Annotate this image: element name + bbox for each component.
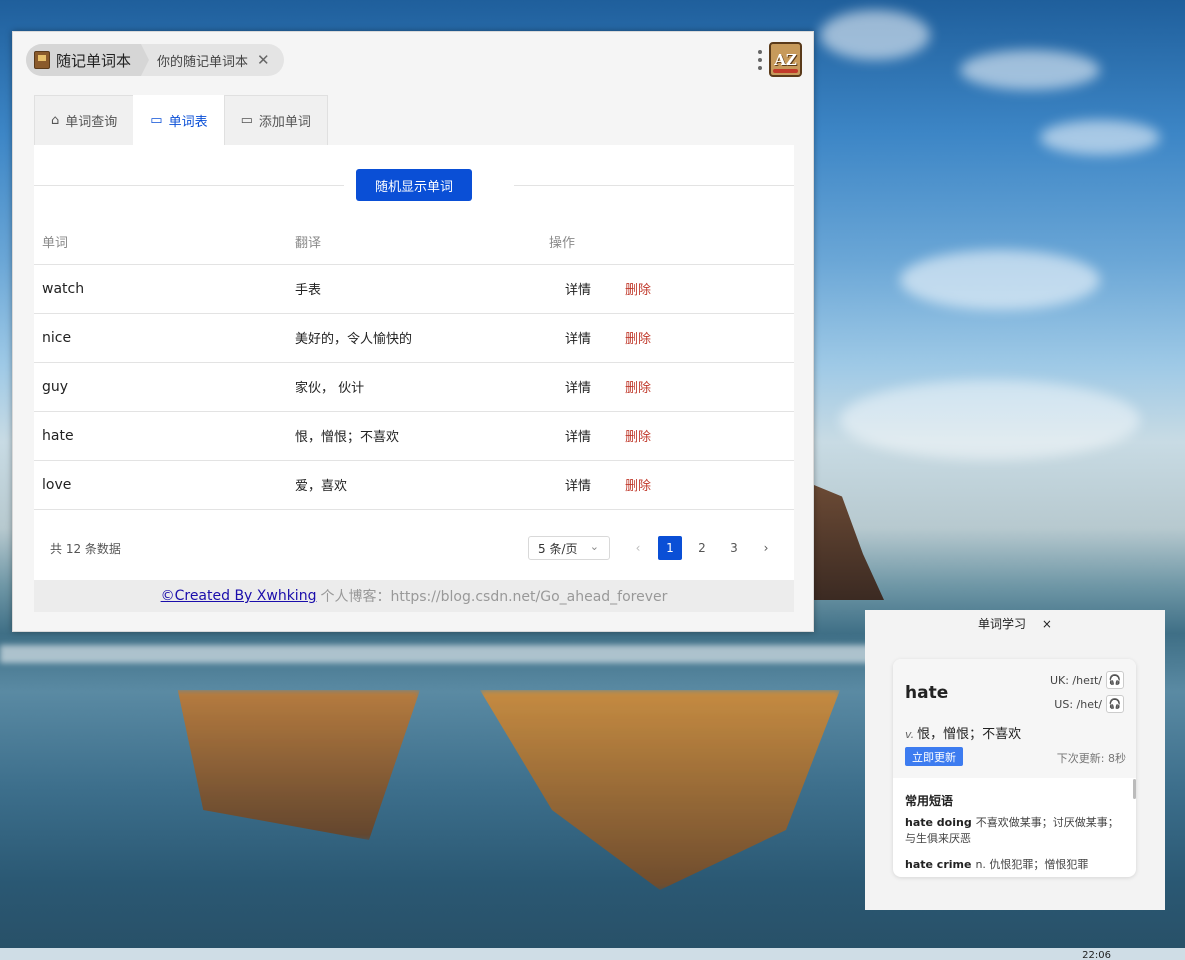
word-table: 单词 翻译 操作 watch 手表 详情 删除 nice 美好的，令人愉快的 详情… [34,220,794,510]
definition: v. 恨，憎恨；不喜欢 [905,723,1021,742]
translation-cell: 手表 [287,264,541,314]
column-header-word: 单词 [34,220,287,265]
delete-button[interactable]: 删除 [625,332,651,347]
home-icon: ⌂ [51,113,60,128]
delete-button[interactable]: 删除 [625,283,651,298]
scrollbar[interactable] [1133,779,1136,799]
word-cell: love [34,460,287,510]
close-icon[interactable]: × [1042,617,1052,631]
detail-button[interactable]: 详情 [565,426,625,445]
actions-cell: 详情 删除 [541,460,794,510]
translation-cell: 家伙， 伙计 [287,362,541,412]
calendar-icon: ▭ [240,113,253,128]
phrases-title: 常用短语 [905,794,954,808]
uk-phonetic: UK: /heɪt/ 🎧 [1050,671,1124,689]
actions-cell: 详情 删除 [541,313,794,363]
pagination: 共 12 条数据 5 条/页 ⌄ ‹ 1 2 3 › [34,525,794,571]
widget-title: 单词学习 [978,617,1027,631]
app-title-chip: 随记单词本 [26,44,150,76]
part-of-speech: v. [905,728,915,741]
page-button-2[interactable]: 2 [690,536,714,560]
app-title: 随记单词本 [56,51,132,70]
detail-button[interactable]: 详情 [565,279,625,298]
close-icon[interactable]: ✕ [257,51,270,69]
translation-cell: 美好的，令人愉快的 [287,313,541,363]
headphones-icon[interactable]: 🎧 [1106,695,1124,713]
phrase-item: hate crime n. 仇恨犯罪；憎恨犯罪 [905,857,1127,873]
page-size-value: 5 条/页 [538,541,578,556]
actions-cell: 详情 删除 [541,411,794,461]
taskbar-clock: 22:06 [1082,950,1111,960]
table-row: hate 恨，憎恨；不喜欢 详情 删除 [34,411,794,461]
next-page-button[interactable]: › [754,536,778,560]
table-row: nice 美好的，令人愉快的 详情 删除 [34,313,794,363]
total-count: 共 12 条数据 [50,542,121,556]
divider [514,185,794,186]
page-size-select[interactable]: 5 条/页 ⌄ [528,536,610,560]
column-header-translation: 翻译 [287,220,541,265]
phrase-item: hate doing 不喜欢做某事；讨厌做某事；与生俱来厌恶 [905,815,1127,847]
phrase: hate doing [905,816,972,829]
footer: ©Created By Xwhking 个人博客：https://blog.cs… [34,580,794,612]
phrase-meaning: n. 仇恨犯罪；憎恨犯罪 [975,858,1089,871]
detail-button[interactable]: 详情 [565,328,625,347]
column-header-actions: 操作 [541,220,794,265]
word-cell: watch [34,264,287,314]
random-word-button[interactable]: 随机显示单词 [356,169,472,201]
delete-button[interactable]: 删除 [625,479,651,494]
widget-title-bar: 单词学习 × [865,615,1165,632]
page-button-3[interactable]: 3 [722,536,746,560]
word-cell: guy [34,362,287,412]
uk-phonetic-text: UK: /heɪt/ [1049,673,1102,687]
word-cell: nice [34,313,287,363]
word-cell: hate [34,411,287,461]
next-update-countdown: 下次更新: 8秒 [1056,752,1126,765]
word-list-panel: 随机显示单词 单词 翻译 操作 watch 手表 详情 删除 nice 美好的，令… [34,145,794,580]
word-title: hate [905,683,949,703]
table-row: guy 家伙， 伙计 详情 删除 [34,362,794,412]
tab-add-word[interactable]: ▭ 添加单词 [223,95,328,145]
taskbar [0,948,1185,960]
us-phonetic-text: US: /het/ [1054,697,1102,711]
tab-label: 添加单词 [258,115,311,130]
us-phonetic: US: /het/ 🎧 [1054,695,1124,713]
more-menu-icon[interactable] [758,50,762,74]
tab-label: 单词查询 [65,115,118,130]
table-row: watch 手表 详情 删除 [34,264,794,314]
headphones-icon[interactable]: 🎧 [1106,671,1124,689]
author-link[interactable]: ©Created By Xwhking [161,588,317,604]
table-row: love 爱，喜欢 详情 删除 [34,460,794,510]
translation-cell: 恨，憎恨；不喜欢 [287,411,541,461]
actions-cell: 详情 删除 [541,362,794,412]
blog-text: 个人博客：https://blog.csdn.net/Go_ahead_fore… [320,589,668,605]
book-icon [34,51,50,69]
window-subtitle: 你的随记单词本 [157,54,249,70]
translation-cell: 爱，喜欢 [287,460,541,510]
divider [34,185,344,186]
definition-text: 恨，憎恨；不喜欢 [917,727,1022,742]
word-learning-widget: 单词学习 × hate UK: /heɪt/ 🎧 US: /het/ 🎧 v. 恨… [865,610,1165,910]
delete-button[interactable]: 删除 [625,430,651,445]
app-logo-icon: AZ [769,42,802,77]
detail-button[interactable]: 详情 [565,377,625,396]
tab-label: 单词表 [168,115,208,130]
detail-button[interactable]: 详情 [565,475,625,494]
main-window: 随记单词本 你的随记单词本 ✕ AZ ⌂ 单词查询 ▭ 单词表 ▭ 添加单词 随… [12,31,814,632]
page-button-1[interactable]: 1 [658,536,682,560]
update-now-button[interactable]: 立即更新 [905,747,963,766]
chevron-down-icon: ⌄ [589,540,599,553]
tab-bar: ⌂ 单词查询 ▭ 单词表 ▭ 添加单词 [34,95,328,145]
prev-page-button[interactable]: ‹ [626,536,650,560]
tab-word-search[interactable]: ⌂ 单词查询 [34,95,135,145]
word-card: hate UK: /heɪt/ 🎧 US: /het/ 🎧 v. 恨，憎恨；不喜欢… [893,659,1136,877]
tab-word-list[interactable]: ▭ 单词表 [133,95,225,145]
phrase: hate crime [905,858,972,871]
calendar-icon: ▭ [150,113,163,128]
actions-cell: 详情 删除 [541,264,794,314]
title-tab[interactable]: 随记单词本 你的随记单词本 ✕ [26,44,284,76]
delete-button[interactable]: 删除 [625,381,651,396]
